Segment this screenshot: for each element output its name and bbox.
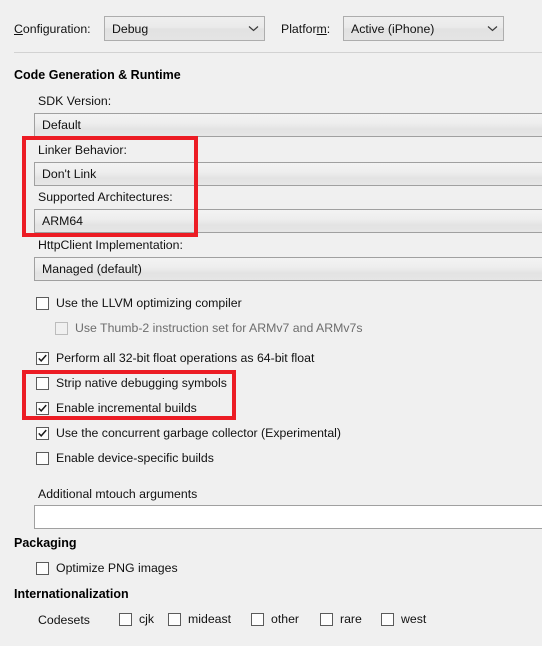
checkbox-row-codeset-rare[interactable]: rare <box>320 612 362 626</box>
checkbox-label-codeset-other: other <box>271 612 300 626</box>
linker-behavior-dropdown[interactable]: Don't Link <box>34 162 542 186</box>
checkbox-codeset-mideast[interactable] <box>168 612 181 626</box>
checkbox-label-perform-32bit-float: Perform all 32-bit float operations as 6… <box>56 351 315 365</box>
platform-label-pre: Platfor <box>281 22 317 36</box>
checkbox-row-device-specific-builds[interactable]: Enable device-specific builds <box>36 451 214 465</box>
checkbox-label-codeset-cjk: cjk <box>139 612 155 626</box>
toolbar-separator <box>14 52 542 53</box>
section-header-internationalization: Internationalization <box>14 587 129 601</box>
checkbox-codeset-west[interactable] <box>381 612 394 626</box>
chevron-down-icon <box>244 20 262 38</box>
configuration-dropdown-value: Debug <box>112 21 149 36</box>
checkbox-row-enable-incremental-builds[interactable]: Enable incremental builds <box>36 401 197 415</box>
checkbox-codeset-other[interactable] <box>251 612 264 626</box>
platform-label: Platform: <box>281 22 330 36</box>
checkbox-device-specific-builds[interactable] <box>36 451 49 465</box>
checkbox-label-use-thumb2: Use Thumb-2 instruction set for ARMv7 an… <box>75 321 363 335</box>
checkbox-label-strip-native-debugging-symbols: Strip native debugging symbols <box>56 376 227 390</box>
section-header-code-generation: Code Generation & Runtime <box>14 68 181 82</box>
checkbox-label-concurrent-gc: Use the concurrent garbage collector (Ex… <box>56 426 342 440</box>
httpclient-implementation-dropdown[interactable]: Managed (default) <box>34 257 542 281</box>
checkbox-label-use-llvm: Use the LLVM optimizing compiler <box>56 296 242 310</box>
platform-dropdown[interactable]: Active (iPhone) <box>343 16 504 41</box>
checkbox-row-use-thumb2: Use Thumb-2 instruction set for ARMv7 an… <box>55 321 363 335</box>
chevron-down-icon <box>483 20 501 38</box>
linker-behavior-value: Don't Link <box>42 167 97 181</box>
httpclient-implementation-value: Managed (default) <box>42 262 142 276</box>
checkbox-row-use-llvm[interactable]: Use the LLVM optimizing compiler <box>36 296 242 310</box>
sdk-version-label: SDK Version: <box>38 94 112 108</box>
mtouch-arguments-label: Additional mtouch arguments <box>38 487 198 501</box>
checkbox-row-codeset-mideast[interactable]: mideast <box>168 612 231 626</box>
checkbox-row-codeset-west[interactable]: west <box>381 612 426 626</box>
platform-accel-char: m <box>316 22 327 36</box>
checkbox-row-perform-32bit-float[interactable]: Perform all 32-bit float operations as 6… <box>36 351 314 365</box>
checkbox-enable-incremental-builds[interactable] <box>36 401 49 415</box>
checkbox-label-codeset-rare: rare <box>340 612 362 626</box>
sdk-version-value: Default <box>42 118 81 132</box>
checkbox-strip-native-debugging-symbols[interactable] <box>36 376 49 390</box>
checkbox-perform-32bit-float[interactable] <box>36 351 49 365</box>
checkbox-label-enable-incremental-builds: Enable incremental builds <box>56 401 197 415</box>
checkbox-row-optimize-png-images[interactable]: Optimize PNG images <box>36 561 178 575</box>
mtouch-arguments-input[interactable] <box>34 505 542 529</box>
checkbox-codeset-cjk[interactable] <box>119 612 132 626</box>
codesets-label: Codesets <box>38 613 90 627</box>
checkbox-label-device-specific-builds: Enable device-specific builds <box>56 451 214 465</box>
checkbox-use-thumb2 <box>55 321 68 335</box>
checkbox-optimize-png-images[interactable] <box>36 561 49 575</box>
checkbox-label-optimize-png-images: Optimize PNG images <box>56 561 178 575</box>
ios-build-properties-page: Configuration: Debug Platform: Active (i… <box>0 0 542 646</box>
checkbox-concurrent-gc[interactable] <box>36 426 49 440</box>
checkbox-row-codeset-cjk[interactable]: cjk <box>119 612 154 626</box>
configuration-label-rest: onfiguration: <box>22 22 91 36</box>
sdk-version-dropdown[interactable]: Default <box>34 113 542 137</box>
configuration-accel-char: C <box>14 22 23 36</box>
platform-dropdown-value: Active (iPhone) <box>351 21 435 36</box>
configuration-dropdown[interactable]: Debug <box>104 16 265 41</box>
checkbox-label-codeset-mideast: mideast <box>188 612 232 626</box>
configuration-label: Configuration: <box>14 22 91 36</box>
checkbox-use-llvm[interactable] <box>36 296 49 310</box>
section-header-packaging: Packaging <box>14 536 77 550</box>
checkbox-row-strip-native-debugging-symbols[interactable]: Strip native debugging symbols <box>36 376 227 390</box>
checkbox-row-concurrent-gc[interactable]: Use the concurrent garbage collector (Ex… <box>36 426 341 440</box>
supported-architectures-label: Supported Architectures: <box>38 190 173 204</box>
platform-label-post: : <box>326 22 331 36</box>
checkbox-label-codeset-west: west <box>401 612 427 626</box>
httpclient-implementation-label: HttpClient Implementation: <box>38 238 183 252</box>
supported-architectures-dropdown[interactable]: ARM64 <box>34 209 542 233</box>
checkbox-codeset-rare[interactable] <box>320 612 333 626</box>
checkbox-row-codeset-other[interactable]: other <box>251 612 299 626</box>
supported-architectures-value: ARM64 <box>42 214 84 228</box>
linker-behavior-label: Linker Behavior: <box>38 143 127 157</box>
